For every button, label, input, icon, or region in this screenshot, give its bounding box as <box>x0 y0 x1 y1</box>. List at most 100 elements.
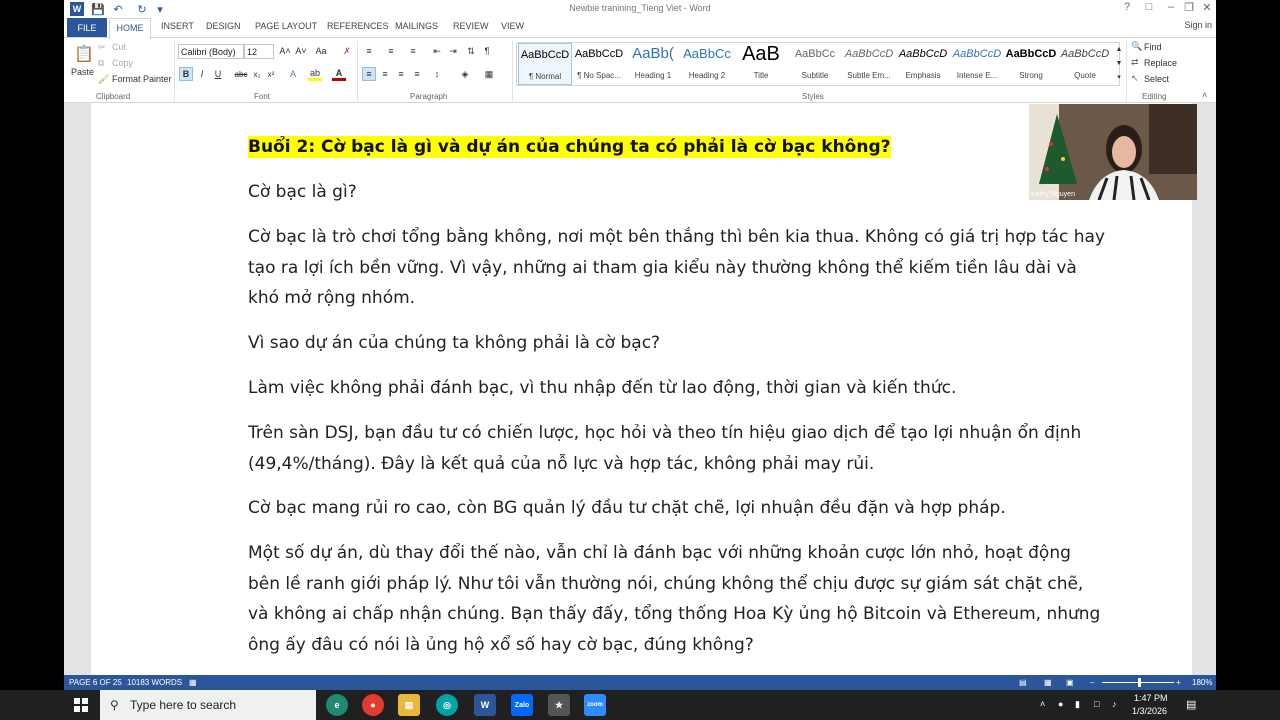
tab-home[interactable]: HOME <box>109 18 151 39</box>
highlight-icon[interactable]: ab <box>308 67 322 81</box>
style-heading-1[interactable]: AaBb(Heading 1 <box>626 43 680 85</box>
document-page[interactable]: Buổi 2: Cờ bạc là gì và dự án của chúng … <box>91 103 1192 675</box>
style-heading-2[interactable]: AaBbCc Heading 2 <box>680 43 734 85</box>
line-spacing-icon[interactable]: ↕ <box>430 67 444 81</box>
read-mode-icon[interactable]: ▤ <box>1019 678 1027 687</box>
numbering-icon[interactable]: ≡ <box>384 44 398 58</box>
style-subtitle[interactable]: AaBbCc Subtitle <box>788 43 842 85</box>
style-subtle-emphasis[interactable]: AaBbCcD Subtle Em... <box>842 43 896 85</box>
styles-scroll-up-icon[interactable]: ▲ <box>1112 42 1126 56</box>
find-button[interactable]: Find <box>1144 42 1162 52</box>
word-taskbar-icon[interactable]: W <box>474 694 496 716</box>
page-count[interactable]: PAGE 6 OF 25 <box>69 678 122 687</box>
zoom-app-icon[interactable]: zoom <box>584 694 606 716</box>
style-emphasis[interactable]: AaBbCcD Emphasis <box>896 43 950 85</box>
tab-references[interactable]: REFERENCES <box>327 21 389 31</box>
justify-icon[interactable]: ≡ <box>410 67 424 81</box>
notifications-icon[interactable]: ▤ <box>1186 698 1196 711</box>
battery-icon[interactable]: ▮ <box>1075 699 1080 710</box>
tab-insert[interactable]: INSERT <box>161 21 194 31</box>
copy-button[interactable]: Copy <box>112 58 133 68</box>
proofing-icon[interactable]: ▦ <box>189 678 197 687</box>
replace-icon[interactable]: ⇄ <box>1131 57 1139 68</box>
text-effects-icon[interactable]: A <box>286 67 300 81</box>
clock-date[interactable]: 1/3/2026 <box>1132 706 1167 716</box>
tray-chevron-icon[interactable]: ˄ <box>1040 699 1045 709</box>
select-icon[interactable]: ↖ <box>1131 73 1139 84</box>
shading-icon[interactable]: ◈ <box>458 67 472 81</box>
align-center-icon[interactable]: ≡ <box>378 67 392 81</box>
tab-mailings[interactable]: MAILINGS <box>395 21 438 31</box>
app-icon[interactable]: ◎ <box>436 694 458 716</box>
align-left-icon[interactable]: ≡ <box>362 67 376 81</box>
style-intense-emphasis[interactable]: AaBbCcD Intense E... <box>950 43 1004 85</box>
cut-icon[interactable]: ✂ <box>98 42 106 53</box>
web-layout-icon[interactable]: ▣ <box>1066 678 1074 687</box>
close-button[interactable]: ✕ <box>1196 1 1218 14</box>
find-icon[interactable]: 🔍 <box>1131 41 1142 52</box>
sign-in-link[interactable]: Sign in <box>1184 20 1212 30</box>
replace-button[interactable]: Replace <box>1144 58 1177 68</box>
tab-page-layout[interactable]: PAGE LAYOUT <box>255 21 317 31</box>
grow-font-icon[interactable]: A˄ <box>278 44 292 58</box>
app-icon[interactable]: ★ <box>548 694 570 716</box>
style-strong[interactable]: AaBbCcD Strong <box>1004 43 1058 85</box>
edge-icon[interactable]: e <box>326 694 348 716</box>
clear-formatting-icon[interactable]: ✗ <box>340 44 354 58</box>
format-painter-button[interactable]: Format Painter <box>112 74 172 84</box>
bullets-icon[interactable]: ≡ <box>362 44 376 58</box>
volume-icon[interactable]: ♪ <box>1112 699 1117 709</box>
multilevel-list-icon[interactable]: ≡ <box>406 44 420 58</box>
superscript-icon[interactable]: x² <box>264 67 278 81</box>
windows-start-icon[interactable] <box>74 698 88 712</box>
tab-file[interactable]: FILE <box>67 18 107 38</box>
style-no-spacing[interactable]: AaBbCcD ¶ No Spac... <box>572 43 626 85</box>
print-layout-icon[interactable]: ▦ <box>1044 678 1052 687</box>
style-quote[interactable]: AaBbCcD Quote <box>1058 43 1112 85</box>
collapse-ribbon-icon[interactable]: ˄ <box>1202 90 1207 100</box>
font-size-select[interactable]: 12 <box>244 44 274 59</box>
microphone-icon[interactable]: ● <box>1058 699 1063 709</box>
chrome-icon[interactable]: ● <box>362 694 384 716</box>
tab-design[interactable]: DESIGN <box>206 21 241 31</box>
zoom-in-icon[interactable]: + <box>1176 678 1181 687</box>
file-explorer-icon[interactable]: ▤ <box>398 694 420 716</box>
font-name-select[interactable]: Calibri (Body) <box>178 44 244 59</box>
underline-icon[interactable]: U <box>211 67 225 81</box>
show-marks-icon[interactable]: ¶ <box>480 44 494 58</box>
styles-scroll-down-icon[interactable]: ▼ <box>1112 56 1126 70</box>
zoom-level[interactable]: 180% <box>1192 678 1212 687</box>
copy-icon[interactable]: ⧉ <box>98 58 104 69</box>
change-case-icon[interactable]: Aa <box>314 44 328 58</box>
tab-view[interactable]: VIEW <box>501 21 524 31</box>
strikethrough-icon[interactable]: abc <box>234 67 248 81</box>
align-right-icon[interactable]: ≡ <box>394 67 408 81</box>
format-painter-icon[interactable]: 🖌 <box>98 74 109 85</box>
style-title[interactable]: AaB Title <box>734 43 788 85</box>
network-icon[interactable]: □ <box>1094 699 1099 709</box>
decrease-indent-icon[interactable]: ⇤ <box>430 44 444 58</box>
zoom-out-icon[interactable]: – <box>1090 678 1094 687</box>
increase-indent-icon[interactable]: ⇥ <box>446 44 460 58</box>
cut-button[interactable]: Cut <box>112 42 126 52</box>
italic-icon[interactable]: I <box>195 67 209 81</box>
zoom-slider-thumb[interactable] <box>1138 678 1141 687</box>
ribbon-options-icon[interactable]: □ <box>1138 1 1160 13</box>
tab-review[interactable]: REVIEW <box>453 21 489 31</box>
taskbar-search-input[interactable]: ⚲ Type here to search <box>100 690 316 720</box>
subscript-icon[interactable]: x₂ <box>250 67 264 81</box>
paste-button[interactable]: Paste <box>71 67 94 77</box>
paste-icon[interactable]: 📋 <box>72 42 96 66</box>
clock-time[interactable]: 1:47 PM <box>1134 693 1168 703</box>
styles-more-icon[interactable]: ▾ <box>1112 70 1126 84</box>
help-icon[interactable]: ? <box>1116 1 1138 13</box>
borders-icon[interactable]: ▦ <box>482 67 496 81</box>
style-normal[interactable]: AaBbCcD ¶ Normal <box>518 43 572 85</box>
shrink-font-icon[interactable]: A˅ <box>294 44 308 58</box>
word-count[interactable]: 10183 WORDS <box>127 678 182 687</box>
bold-icon[interactable]: B <box>179 67 193 81</box>
font-color-icon[interactable]: A <box>332 67 346 81</box>
select-button[interactable]: Select <box>1144 74 1169 84</box>
sort-icon[interactable]: ⇅ <box>464 44 478 58</box>
zalo-icon[interactable]: Zalo <box>511 694 533 716</box>
